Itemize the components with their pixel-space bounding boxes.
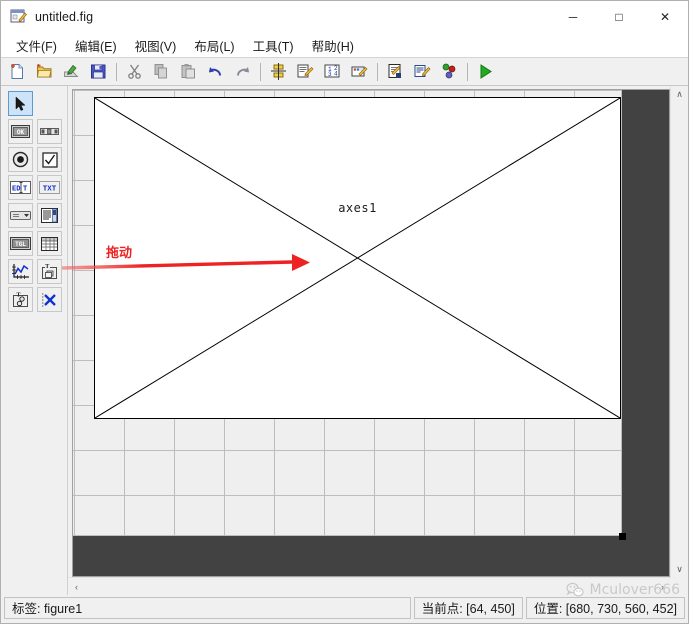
activex-tool[interactable] <box>37 287 62 312</box>
axes-crosslines <box>95 98 620 418</box>
svg-text:OK: OK <box>17 129 25 136</box>
status-tag: 标签: figure1 <box>4 596 411 619</box>
cut-icon[interactable] <box>121 59 147 84</box>
redo-icon[interactable] <box>229 59 255 84</box>
svg-text:ED: ED <box>12 186 20 194</box>
axes1-object[interactable]: axes1 <box>94 97 621 419</box>
grid-edge-bottom <box>73 535 622 536</box>
popup-menu-tool[interactable] <box>8 203 33 228</box>
body-area: OK ED T TXT TGL T T axes1 ∧ ∨ ‹ › <box>1 86 688 595</box>
toolbar-editor-icon[interactable] <box>346 59 372 84</box>
palette-row: ED T TXT <box>1 175 67 200</box>
edit-text-tool[interactable]: ED T <box>8 175 33 200</box>
palette-row: TGL <box>1 231 67 256</box>
toolbar-separator <box>260 62 261 81</box>
paste-icon[interactable] <box>175 59 201 84</box>
palette-row <box>1 147 67 172</box>
scroll-down-icon[interactable]: ∨ <box>671 561 688 578</box>
table-tool[interactable] <box>37 231 62 256</box>
new-figure-icon[interactable] <box>4 59 30 84</box>
menu-editor-icon[interactable] <box>292 59 318 84</box>
svg-text:3: 3 <box>328 71 332 78</box>
toolbar-separator <box>116 62 117 81</box>
maximize-button[interactable]: □ <box>596 1 642 32</box>
slider-tool[interactable] <box>37 119 62 144</box>
guide-figure-icon <box>10 8 27 25</box>
figure-surface[interactable]: axes1 <box>73 90 622 536</box>
m-file-editor-icon[interactable] <box>382 59 408 84</box>
palette-row <box>1 91 67 116</box>
close-button[interactable]: ✕ <box>642 1 688 32</box>
button-group-tool[interactable]: T <box>8 287 33 312</box>
axes-label: axes1 <box>338 201 377 215</box>
align-objects-icon[interactable] <box>265 59 291 84</box>
svg-text:T: T <box>23 186 27 194</box>
status-position: 位置: [680, 730, 560, 452] <box>525 596 685 619</box>
palette-row: T <box>1 259 67 284</box>
listbox-tool[interactable] <box>37 203 62 228</box>
window-controls: ─ □ ✕ <box>550 1 688 32</box>
component-palette: OK ED T TXT TGL T T <box>1 86 68 595</box>
scrollbar-corner <box>671 578 688 595</box>
run-figure-icon[interactable] <box>472 59 498 84</box>
radio-button-tool[interactable] <box>8 147 33 172</box>
tab-order-editor-icon[interactable]: 1 2 3 4 <box>319 59 345 84</box>
svg-text:4: 4 <box>334 71 338 78</box>
toggle-button-tool[interactable]: TGL <box>8 231 33 256</box>
menu-bar: 文件(F) 编辑(E) 视图(V) 布局(L) 工具(T) 帮助(H) <box>1 33 688 58</box>
palette-row: OK <box>1 119 67 144</box>
figure-canvas-scroll[interactable]: axes1 <box>72 89 670 577</box>
guide-window: untitled.fig ─ □ ✕ 文件(F) 编辑(E) 视图(V) 布局(… <box>0 0 689 624</box>
scroll-left-icon[interactable]: ‹ <box>68 578 85 595</box>
panel-tool[interactable]: T <box>37 259 62 284</box>
copy-icon[interactable] <box>148 59 174 84</box>
svg-text:TGL: TGL <box>15 241 26 248</box>
pointer-tool[interactable] <box>8 91 33 116</box>
save-figure-icon[interactable] <box>85 59 111 84</box>
property-inspector-icon[interactable] <box>409 59 435 84</box>
menu-edit[interactable]: 编辑(E) <box>66 33 126 58</box>
check-box-tool[interactable] <box>37 147 62 172</box>
horizontal-scrollbar[interactable]: ‹ › <box>68 577 671 595</box>
minimize-button[interactable]: ─ <box>550 1 596 32</box>
axes-tool[interactable] <box>8 259 33 284</box>
title-bar: untitled.fig ─ □ ✕ <box>1 1 688 33</box>
window-title: untitled.fig <box>35 9 94 24</box>
palette-row: T <box>1 287 67 312</box>
canvas-area: axes1 ∧ ∨ ‹ › <box>68 86 688 595</box>
menu-layout[interactable]: 布局(L) <box>185 33 243 58</box>
menu-tools[interactable]: 工具(T) <box>244 33 303 58</box>
menu-view[interactable]: 视图(V) <box>126 33 186 58</box>
toolbar-separator <box>377 62 378 81</box>
toolbar-separator <box>467 62 468 81</box>
status-current-point: 当前点: [64, 450] <box>413 596 523 619</box>
menu-help[interactable]: 帮助(H) <box>303 33 363 58</box>
push-button-tool[interactable]: OK <box>8 119 33 144</box>
object-browser-icon[interactable] <box>436 59 462 84</box>
grid-edge-right <box>621 90 622 536</box>
open-figure-icon[interactable] <box>31 59 57 84</box>
svg-text:TXT: TXT <box>43 186 57 194</box>
status-bar: 标签: figure1 当前点: [64, 450] 位置: [680, 730… <box>1 595 688 623</box>
undo-icon[interactable] <box>202 59 228 84</box>
scroll-up-icon[interactable]: ∧ <box>671 86 688 103</box>
palette-row <box>1 203 67 228</box>
menu-file[interactable]: 文件(F) <box>7 33 66 58</box>
toolbar: 1 2 3 4 <box>1 58 688 86</box>
scroll-right-icon[interactable]: › <box>654 578 671 595</box>
export-figure-icon[interactable] <box>58 59 84 84</box>
vertical-scrollbar[interactable]: ∧ ∨ <box>670 86 688 578</box>
svg-text:T: T <box>45 264 49 270</box>
figure-resize-handle[interactable] <box>619 533 626 540</box>
static-text-tool[interactable]: TXT <box>37 175 62 200</box>
